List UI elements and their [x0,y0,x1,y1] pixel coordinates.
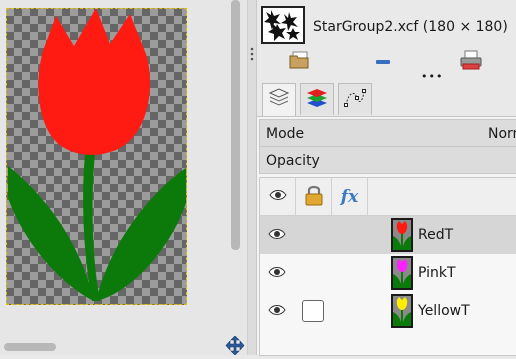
layer-row[interactable]: PinkT [260,254,516,292]
layer-thumbnail [391,294,413,328]
printer-icon [459,50,483,74]
tab-layers[interactable] [262,83,296,116]
layer-name[interactable]: PinkT [418,265,456,281]
image-selector[interactable]: StarGroup2.xcf (180 × 180) [257,0,516,47]
eye-icon[interactable] [268,266,286,280]
layer-row[interactable]: YellowT [260,292,516,330]
layer-name[interactable]: YellowT [418,303,470,319]
paths-icon [343,87,367,113]
close-image-button[interactable] [363,50,403,74]
channels-icon [304,86,330,114]
opacity-row[interactable]: Opacity [259,146,516,174]
layer-thumbnail [391,218,413,252]
layers-dock: StarGroup2.xcf (180 × 180) ••• Mode Nor … [256,0,516,356]
lock-icon [303,184,325,210]
right-leaf [96,168,186,301]
image-title: StarGroup2.xcf (180 × 180) [313,19,508,35]
image-thumbnail [261,6,305,44]
tab-paths[interactable] [338,83,372,115]
lock-column-header[interactable] [296,178,332,216]
layers-icon [267,87,291,113]
layer-list[interactable]: fx RedT PinkT YellowT [259,177,516,356]
effects-column-header[interactable]: fx [332,178,368,216]
tulip-petals [38,8,151,155]
eye-icon[interactable] [268,304,286,318]
layer-name[interactable]: RedT [418,227,453,243]
visibility-column-header[interactable] [260,178,296,216]
mode-row[interactable]: Mode Norm [259,119,516,147]
link-toggle[interactable] [302,300,324,322]
tab-channels[interactable] [300,83,334,115]
eye-icon[interactable] [268,228,286,242]
canvas-area[interactable] [0,0,247,356]
layer-list-header: fx [260,178,516,216]
folder-icon [288,50,310,74]
opacity-label: Opacity [266,153,320,169]
eye-icon [268,189,287,205]
open-image-button[interactable] [279,50,319,74]
print-button[interactable] [451,50,491,74]
layers-panel: Mode Norm Opacity [257,116,516,356]
layer-thumbnail [391,256,413,290]
navigate-icon[interactable] [225,335,245,356]
horizontal-scrollbar[interactable] [4,343,56,351]
mode-label: Mode [266,126,305,142]
more-options-button[interactable]: ••• [421,71,443,82]
layer-row[interactable]: RedT [260,216,516,254]
tulip-drawing [8,8,186,301]
minus-icon [375,55,391,70]
vertical-scrollbar[interactable] [231,0,240,250]
left-leaf [8,166,94,301]
effects-icon: fx [340,187,359,207]
image-canvas[interactable] [6,8,187,305]
mode-value[interactable]: Norm [488,126,516,142]
dock-grip-icon[interactable] [249,46,255,62]
